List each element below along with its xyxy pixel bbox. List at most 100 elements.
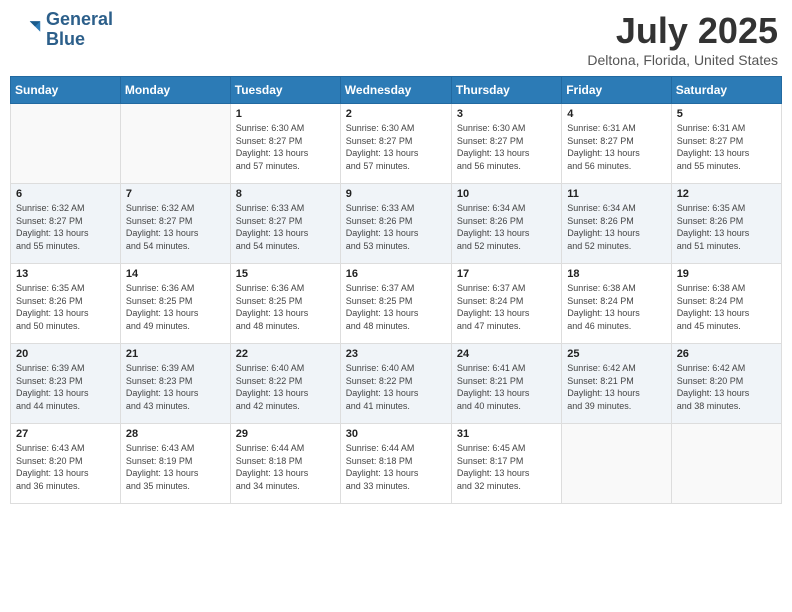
calendar-day-cell: 18 Sunrise: 6:38 AM Sunset: 8:24 PM Dayli…	[562, 264, 671, 344]
calendar-day-cell	[120, 104, 230, 184]
weekday-header-friday: Friday	[562, 77, 671, 104]
calendar-day-cell: 8 Sunrise: 6:33 AM Sunset: 8:27 PM Daylig…	[230, 184, 340, 264]
day-info: Sunrise: 6:35 AM Sunset: 8:26 PM Dayligh…	[677, 202, 776, 252]
day-number: 27	[16, 428, 115, 440]
day-info: Sunrise: 6:36 AM Sunset: 8:25 PM Dayligh…	[126, 282, 225, 332]
day-info: Sunrise: 6:30 AM Sunset: 8:27 PM Dayligh…	[346, 122, 446, 172]
day-info: Sunrise: 6:30 AM Sunset: 8:27 PM Dayligh…	[457, 122, 556, 172]
logo-text: General Blue	[46, 10, 113, 50]
weekday-header-monday: Monday	[120, 77, 230, 104]
day-info: Sunrise: 6:34 AM Sunset: 8:26 PM Dayligh…	[457, 202, 556, 252]
calendar-day-cell: 17 Sunrise: 6:37 AM Sunset: 8:24 PM Dayli…	[451, 264, 561, 344]
day-number: 26	[677, 348, 776, 360]
day-number: 5	[677, 108, 776, 120]
calendar-day-cell: 11Sunrise: 6:34 AM Sunset: 8:26 PM Dayli…	[562, 184, 671, 264]
calendar-day-cell: 10Sunrise: 6:34 AM Sunset: 8:26 PM Dayli…	[451, 184, 561, 264]
calendar-week-row: 1 Sunrise: 6:30 AM Sunset: 8:27 PM Daylig…	[11, 104, 782, 184]
calendar-day-cell: 5 Sunrise: 6:31 AM Sunset: 8:27 PM Daylig…	[671, 104, 781, 184]
day-info: Sunrise: 6:39 AM Sunset: 8:23 PM Dayligh…	[16, 362, 115, 412]
day-number: 3	[457, 108, 556, 120]
day-number: 7	[126, 188, 225, 200]
calendar-day-cell: 6 Sunrise: 6:32 AM Sunset: 8:27 PM Daylig…	[11, 184, 121, 264]
day-number: 4	[567, 108, 665, 120]
day-number: 18	[567, 268, 665, 280]
calendar-day-cell: 12 Sunrise: 6:35 AM Sunset: 8:26 PM Dayli…	[671, 184, 781, 264]
day-info: Sunrise: 6:44 AM Sunset: 8:18 PM Dayligh…	[236, 442, 335, 492]
day-info: Sunrise: 6:38 AM Sunset: 8:24 PM Dayligh…	[567, 282, 665, 332]
day-info: Sunrise: 6:32 AM Sunset: 8:27 PM Dayligh…	[126, 202, 225, 252]
calendar-day-cell: 31Sunrise: 6:45 AM Sunset: 8:17 PM Dayli…	[451, 424, 561, 504]
calendar-day-cell: 4 Sunrise: 6:31 AM Sunset: 8:27 PM Daylig…	[562, 104, 671, 184]
calendar-day-cell: 13 Sunrise: 6:35 AM Sunset: 8:26 PM Dayli…	[11, 264, 121, 344]
calendar-day-cell: 7 Sunrise: 6:32 AM Sunset: 8:27 PM Daylig…	[120, 184, 230, 264]
day-number: 17	[457, 268, 556, 280]
calendar-week-row: 27 Sunrise: 6:43 AM Sunset: 8:20 PM Dayli…	[11, 424, 782, 504]
calendar-week-row: 6 Sunrise: 6:32 AM Sunset: 8:27 PM Daylig…	[11, 184, 782, 264]
weekday-header-thursday: Thursday	[451, 77, 561, 104]
day-info: Sunrise: 6:31 AM Sunset: 8:27 PM Dayligh…	[567, 122, 665, 172]
weekday-header-wednesday: Wednesday	[340, 77, 451, 104]
day-number: 1	[236, 108, 335, 120]
logo-line2: Blue	[46, 30, 113, 50]
day-number: 25	[567, 348, 665, 360]
month-title: July 2025	[587, 10, 778, 52]
calendar-day-cell: 27 Sunrise: 6:43 AM Sunset: 8:20 PM Dayli…	[11, 424, 121, 504]
day-number: 8	[236, 188, 335, 200]
day-number: 14	[126, 268, 225, 280]
calendar-day-cell: 23 Sunrise: 6:40 AM Sunset: 8:22 PM Dayli…	[340, 344, 451, 424]
day-number: 23	[346, 348, 446, 360]
day-info: Sunrise: 6:42 AM Sunset: 8:21 PM Dayligh…	[567, 362, 665, 412]
location-title: Deltona, Florida, United States	[587, 52, 778, 68]
day-number: 24	[457, 348, 556, 360]
day-info: Sunrise: 6:31 AM Sunset: 8:27 PM Dayligh…	[677, 122, 776, 172]
day-number: 11	[567, 188, 665, 200]
weekday-header-tuesday: Tuesday	[230, 77, 340, 104]
day-info: Sunrise: 6:37 AM Sunset: 8:24 PM Dayligh…	[457, 282, 556, 332]
calendar-day-cell: 21 Sunrise: 6:39 AM Sunset: 8:23 PM Dayli…	[120, 344, 230, 424]
calendar-week-row: 13 Sunrise: 6:35 AM Sunset: 8:26 PM Dayli…	[11, 264, 782, 344]
logo-line1: General	[46, 10, 113, 30]
calendar-day-cell	[562, 424, 671, 504]
day-number: 29	[236, 428, 335, 440]
day-info: Sunrise: 6:44 AM Sunset: 8:18 PM Dayligh…	[346, 442, 446, 492]
day-number: 19	[677, 268, 776, 280]
calendar-day-cell: 29 Sunrise: 6:44 AM Sunset: 8:18 PM Dayli…	[230, 424, 340, 504]
title-block: July 2025 Deltona, Florida, United State…	[587, 10, 778, 68]
day-number: 21	[126, 348, 225, 360]
day-number: 12	[677, 188, 776, 200]
calendar-day-cell: 30 Sunrise: 6:44 AM Sunset: 8:18 PM Dayli…	[340, 424, 451, 504]
calendar-day-cell: 9 Sunrise: 6:33 AM Sunset: 8:26 PM Daylig…	[340, 184, 451, 264]
day-info: Sunrise: 6:33 AM Sunset: 8:27 PM Dayligh…	[236, 202, 335, 252]
day-number: 13	[16, 268, 115, 280]
day-number: 15	[236, 268, 335, 280]
calendar-day-cell: 20 Sunrise: 6:39 AM Sunset: 8:23 PM Dayli…	[11, 344, 121, 424]
calendar-day-cell: 15Sunrise: 6:36 AM Sunset: 8:25 PM Dayli…	[230, 264, 340, 344]
calendar-day-cell: 24 Sunrise: 6:41 AM Sunset: 8:21 PM Dayli…	[451, 344, 561, 424]
calendar-day-cell: 28Sunrise: 6:43 AM Sunset: 8:19 PM Dayli…	[120, 424, 230, 504]
weekday-header-saturday: Saturday	[671, 77, 781, 104]
day-info: Sunrise: 6:39 AM Sunset: 8:23 PM Dayligh…	[126, 362, 225, 412]
day-info: Sunrise: 6:41 AM Sunset: 8:21 PM Dayligh…	[457, 362, 556, 412]
calendar-day-cell	[11, 104, 121, 184]
calendar-day-cell: 1 Sunrise: 6:30 AM Sunset: 8:27 PM Daylig…	[230, 104, 340, 184]
day-info: Sunrise: 6:35 AM Sunset: 8:26 PM Dayligh…	[16, 282, 115, 332]
day-info: Sunrise: 6:32 AM Sunset: 8:27 PM Dayligh…	[16, 202, 115, 252]
calendar-table: SundayMondayTuesdayWednesdayThursdayFrid…	[10, 76, 782, 504]
day-number: 28	[126, 428, 225, 440]
day-info: Sunrise: 6:42 AM Sunset: 8:20 PM Dayligh…	[677, 362, 776, 412]
day-number: 30	[346, 428, 446, 440]
day-info: Sunrise: 6:33 AM Sunset: 8:26 PM Dayligh…	[346, 202, 446, 252]
day-info: Sunrise: 6:30 AM Sunset: 8:27 PM Dayligh…	[236, 122, 335, 172]
weekday-header-sunday: Sunday	[11, 77, 121, 104]
day-info: Sunrise: 6:43 AM Sunset: 8:20 PM Dayligh…	[16, 442, 115, 492]
calendar-day-cell: 19Sunrise: 6:38 AM Sunset: 8:24 PM Dayli…	[671, 264, 781, 344]
calendar-day-cell: 2Sunrise: 6:30 AM Sunset: 8:27 PM Daylig…	[340, 104, 451, 184]
day-number: 9	[346, 188, 446, 200]
day-number: 31	[457, 428, 556, 440]
day-number: 22	[236, 348, 335, 360]
calendar-day-cell: 25 Sunrise: 6:42 AM Sunset: 8:21 PM Dayli…	[562, 344, 671, 424]
day-number: 16	[346, 268, 446, 280]
day-number: 20	[16, 348, 115, 360]
day-number: 6	[16, 188, 115, 200]
day-info: Sunrise: 6:40 AM Sunset: 8:22 PM Dayligh…	[346, 362, 446, 412]
